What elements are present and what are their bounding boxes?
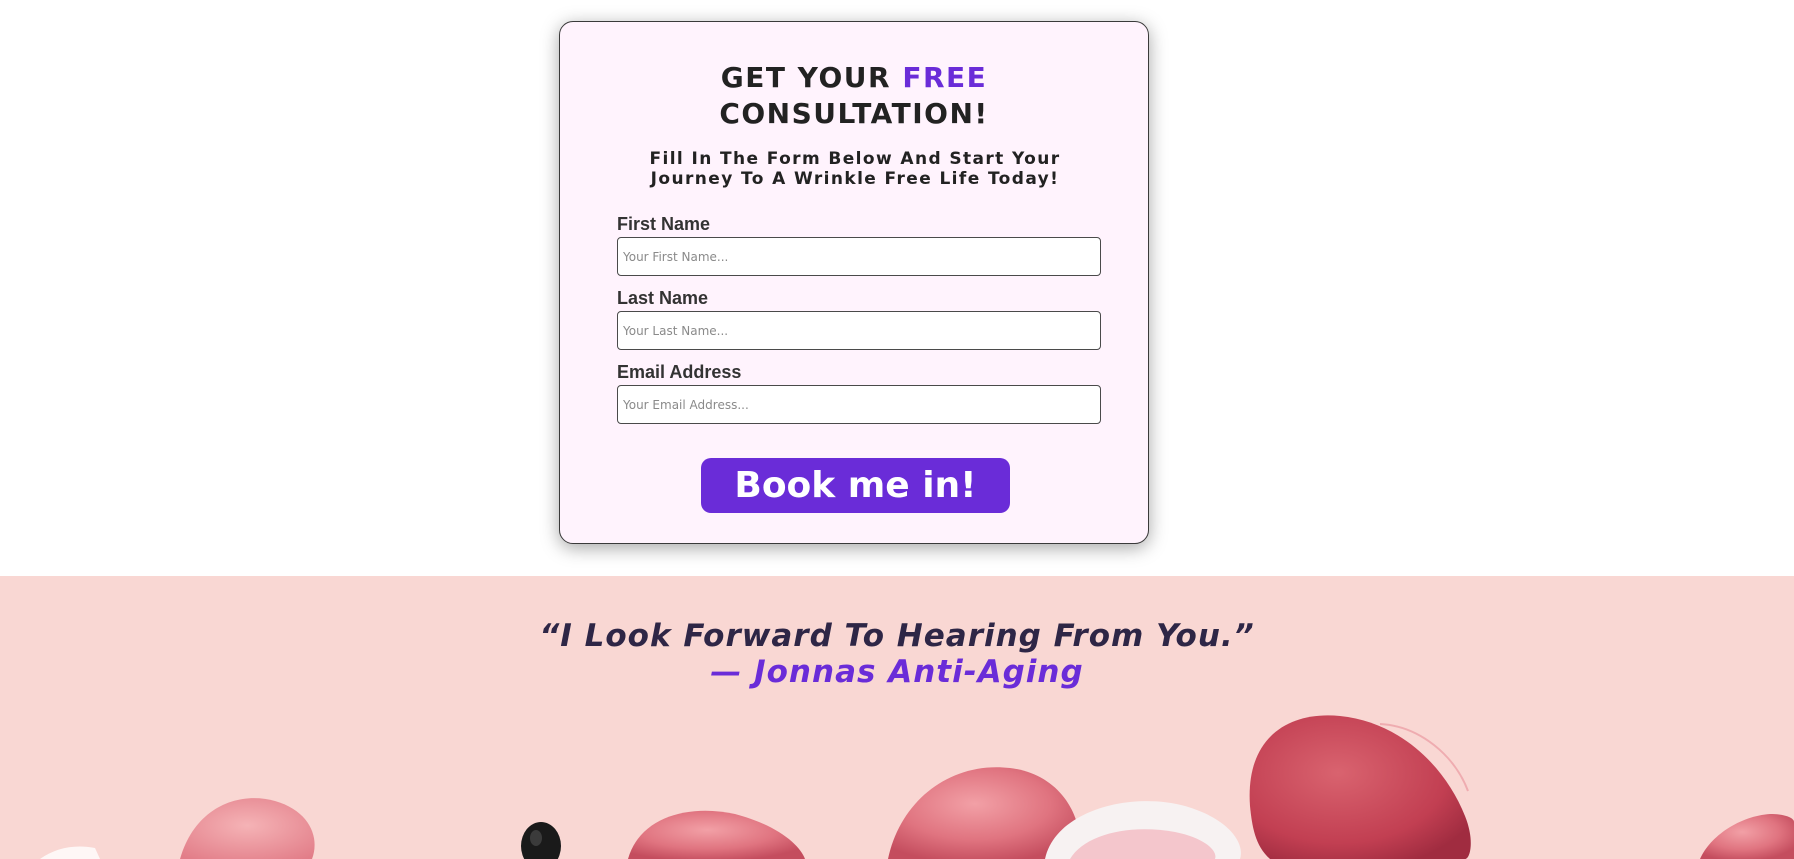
- book-me-in-button[interactable]: Book me in!: [701, 458, 1010, 513]
- form-subtitle-line-2: Journey To A Wrinkle Free Life Today!: [650, 169, 1060, 189]
- consultation-form-card: GET YOUR FREE CONSULTATION! Fill In The F…: [559, 21, 1149, 544]
- email-input[interactable]: [617, 385, 1101, 424]
- form-subtitle: Fill In The Form Below And Start Your Jou…: [620, 149, 1090, 189]
- first-name-input[interactable]: [617, 237, 1101, 276]
- first-name-label: First Name: [617, 214, 711, 234]
- form-title: GET YOUR FREE CONSULTATION!: [560, 60, 1148, 132]
- form-section: GET YOUR FREE CONSULTATION! Fill In The F…: [0, 0, 1794, 576]
- testimonial-author: — Jonnas Anti-Aging: [710, 654, 1084, 690]
- testimonial-quote: “I Look Forward To Hearing From You.”: [539, 618, 1255, 654]
- first-name-field: First Name: [617, 213, 1101, 276]
- form-title-prefix: GET YOUR: [720, 61, 903, 94]
- last-name-label: Last Name: [617, 288, 709, 308]
- form-subtitle-line-1: Fill In The Form Below And Start Your: [649, 149, 1061, 169]
- form-title-accent: FREE: [902, 61, 988, 94]
- testimonial-section: “I Look Forward To Hearing From You.” — …: [0, 576, 1794, 859]
- last-name-input[interactable]: [617, 311, 1101, 350]
- form-title-suffix: CONSULTATION!: [719, 97, 989, 130]
- email-field: Email Address: [617, 361, 1101, 424]
- email-label: Email Address: [617, 362, 742, 382]
- last-name-field: Last Name: [617, 287, 1101, 350]
